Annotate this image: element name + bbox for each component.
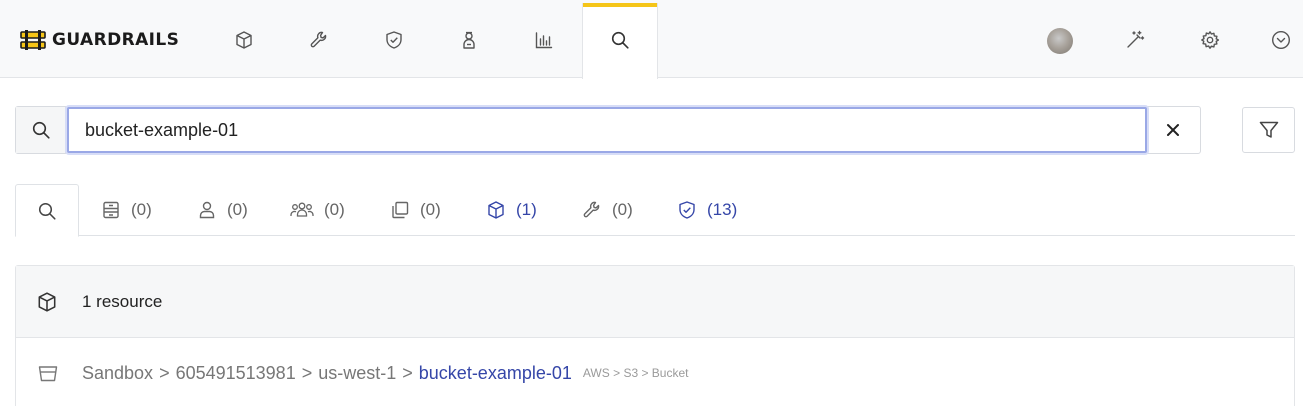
- cube-icon: [488, 201, 504, 219]
- guardrails-logo-icon: [20, 30, 46, 50]
- account-menu-chevron-down-icon[interactable]: [1269, 28, 1293, 52]
- close-icon: [1167, 124, 1179, 136]
- breadcrumb-separator: >: [159, 362, 170, 383]
- nav-controls-wrench-icon[interactable]: [307, 28, 331, 52]
- search-input[interactable]: [67, 107, 1147, 153]
- copy-icon: [392, 201, 409, 219]
- breadcrumb-region[interactable]: us-west-1: [318, 363, 396, 384]
- cube-icon: [38, 291, 56, 312]
- person-icon: [199, 201, 215, 219]
- top-navbar: GUARDRAILS: [0, 0, 1303, 79]
- tab-resources[interactable]: (1): [486, 184, 537, 236]
- brand-name: GUARDRAILS: [52, 30, 180, 50]
- tab-groups[interactable]: (0): [290, 184, 345, 236]
- results-count-label: 1 resource: [82, 291, 163, 311]
- breadcrumb-separator: >: [402, 362, 413, 383]
- results-panel: 1 resource Sandbox > 605491513981 > us-w…: [15, 265, 1295, 406]
- tab-users-count: (0): [227, 200, 248, 219]
- filter-button[interactable]: [1242, 107, 1295, 153]
- tab-servers[interactable]: (0): [101, 184, 152, 236]
- tab-controls[interactable]: (0): [582, 184, 633, 236]
- brand-logo[interactable]: GUARDRAILS: [20, 28, 179, 52]
- settings-gear-icon[interactable]: [1198, 28, 1222, 52]
- resource-name-link[interactable]: bucket-example-01: [419, 363, 572, 384]
- nav-policies-shield-icon[interactable]: [382, 28, 406, 52]
- search-icon: [38, 202, 56, 220]
- tab-copies[interactable]: (0): [390, 184, 441, 236]
- wrench-icon: [583, 201, 600, 218]
- breadcrumb-sandbox[interactable]: Sandbox: [82, 363, 153, 384]
- tab-policies[interactable]: (13): [677, 184, 737, 236]
- server-icon: [103, 201, 119, 219]
- magic-wand-icon[interactable]: [1123, 28, 1147, 52]
- filter-icon: [1259, 121, 1278, 138]
- nav-reports-bar-chart-icon[interactable]: [532, 28, 556, 52]
- tab-copies-count: (0): [420, 200, 441, 219]
- nav-search-icon[interactable]: [608, 28, 632, 52]
- bucket-icon: [38, 366, 58, 382]
- nav-search-tab-active[interactable]: [582, 3, 658, 79]
- breadcrumb-account[interactable]: 605491513981: [176, 363, 296, 384]
- tab-users[interactable]: (0): [197, 184, 248, 236]
- result-type-tabs: (0) (0) (0) (0) (1) (0) (13): [15, 184, 1295, 237]
- clear-search-button[interactable]: [1146, 107, 1200, 153]
- tab-servers-count: (0): [131, 200, 152, 219]
- tab-all-search[interactable]: [15, 184, 79, 237]
- active-tab-indicator: [583, 3, 657, 7]
- search-prefix-icon: [16, 107, 66, 153]
- breadcrumb-separator: >: [301, 362, 313, 383]
- search-bar: [15, 106, 1201, 154]
- tab-policies-count: (13): [707, 200, 738, 219]
- people-icon: [290, 202, 314, 217]
- result-row[interactable]: Sandbox > 605491513981 > us-west-1 > buc…: [16, 338, 1294, 406]
- tab-resources-count: (1): [516, 200, 537, 219]
- tab-controls-count: (0): [612, 200, 633, 219]
- resource-type-label: AWS > S3 > Bucket: [582, 366, 689, 380]
- nav-activity-person-badge-icon[interactable]: [457, 28, 481, 52]
- shield-check-icon: [679, 201, 695, 219]
- user-avatar[interactable]: [1047, 28, 1073, 54]
- results-header: 1 resource: [16, 266, 1294, 338]
- nav-resources-cube-icon[interactable]: [232, 28, 256, 52]
- tab-groups-count: (0): [324, 200, 345, 219]
